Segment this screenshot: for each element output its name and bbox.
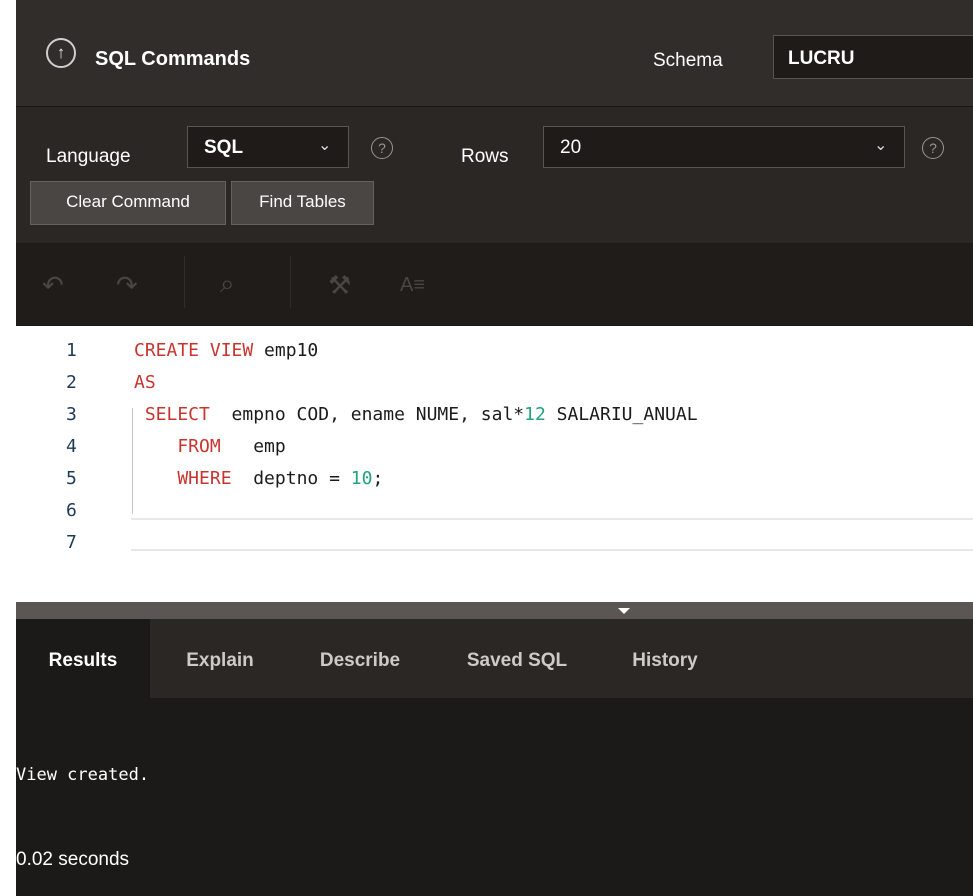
search-icon[interactable]: ⌕ xyxy=(220,268,235,300)
clear-command-button[interactable]: Clear Command xyxy=(30,181,226,225)
sql-commands-window: ↑ SQL Commands Schema LUCRU Language SQL… xyxy=(16,0,973,896)
rows-select[interactable]: 20 ⌄ xyxy=(543,126,905,168)
line-number: 2 xyxy=(66,372,77,393)
code-line: SELECT empno COD, ename NUME, sal*12 SAL… xyxy=(134,404,698,425)
editor-toolbar: ↶ ↷ ⌕ ⚒ A≡ xyxy=(16,244,973,325)
code-editor[interactable]: 1234567 CREATE VIEW emp10 AS SELECT empno… xyxy=(16,326,973,602)
arrow-up-icon[interactable]: ↑ xyxy=(46,38,76,68)
help-icon[interactable]: ? xyxy=(371,137,393,159)
language-label: Language xyxy=(46,146,131,167)
redo-icon[interactable]: ↷ xyxy=(116,270,138,301)
help-icon[interactable]: ? xyxy=(922,137,944,159)
chevron-down-icon: ⌄ xyxy=(318,137,332,154)
sql-keyword: AS xyxy=(134,372,156,393)
sql-keyword: FROM xyxy=(134,436,221,457)
line-number: 1 xyxy=(66,340,77,361)
collapse-arrow-icon[interactable] xyxy=(618,608,630,614)
sql-number: 12 xyxy=(524,404,546,425)
line-number: 5 xyxy=(66,468,77,489)
tab-results[interactable]: Results xyxy=(16,619,150,698)
tab-explain[interactable]: Explain xyxy=(156,619,284,698)
sql-keyword: SELECT xyxy=(134,404,210,425)
indent-guide xyxy=(132,408,133,514)
line-number: 3 xyxy=(66,404,77,425)
sql-number: 10 xyxy=(350,468,373,489)
splitter-handle[interactable] xyxy=(16,602,973,619)
line-number: 7 xyxy=(66,532,77,553)
execution-time: 0.02 seconds xyxy=(16,849,130,870)
sql-token: ; xyxy=(372,468,384,489)
find-tables-button[interactable]: Find Tables xyxy=(231,181,374,225)
sql-keyword: WHERE xyxy=(134,468,232,489)
undo-icon[interactable]: ↶ xyxy=(42,270,64,301)
sql-token: SALARIU_ANUAL xyxy=(545,404,698,425)
tab-saved-sql[interactable]: Saved SQL xyxy=(436,619,598,698)
schema-select[interactable]: LUCRU xyxy=(773,35,973,79)
code-line: WHERE deptno = 10; xyxy=(134,468,383,489)
toolbar-divider xyxy=(290,256,291,308)
code-line: CREATE VIEW emp10 xyxy=(134,340,318,361)
code-line: AS xyxy=(134,372,156,393)
rows-label: Rows xyxy=(461,146,509,167)
code-line: FROM emp xyxy=(134,436,286,457)
chevron-down-icon: ⌄ xyxy=(874,137,888,154)
line-number: 6 xyxy=(66,500,77,521)
tab-describe[interactable]: Describe xyxy=(291,619,429,698)
line-number: 4 xyxy=(66,436,77,457)
sql-token: emp10 xyxy=(253,340,319,361)
language-value: SQL xyxy=(204,137,244,158)
hammer-icon[interactable]: ⚒ xyxy=(328,270,351,301)
toolbar-divider xyxy=(184,256,185,308)
rows-value: 20 xyxy=(560,137,582,158)
format-icon[interactable]: A≡ xyxy=(400,274,425,297)
page-title: SQL Commands xyxy=(95,48,251,70)
result-message: View created. xyxy=(16,765,150,785)
sql-token: empno COD, ename NUME, sal* xyxy=(209,404,525,425)
line-number-gutter: 1 2 3 4 5 6 7 xyxy=(16,326,116,602)
command-toolbar: Language SQL ⌄ ? Rows 20 ⌄ ? Clear Comma… xyxy=(16,107,973,243)
schema-label: Schema xyxy=(653,50,723,71)
sql-keyword: CREATE VIEW xyxy=(134,340,254,361)
header-bar: ↑ SQL Commands Schema LUCRU xyxy=(16,0,973,107)
sql-token: emp xyxy=(220,436,286,457)
language-select[interactable]: SQL ⌄ xyxy=(187,126,349,168)
tab-history[interactable]: History xyxy=(606,619,724,698)
current-line-highlight xyxy=(131,518,973,551)
result-tabs: Results Explain Describe Saved SQL History xyxy=(16,619,973,698)
sql-token: deptno = xyxy=(231,468,351,489)
